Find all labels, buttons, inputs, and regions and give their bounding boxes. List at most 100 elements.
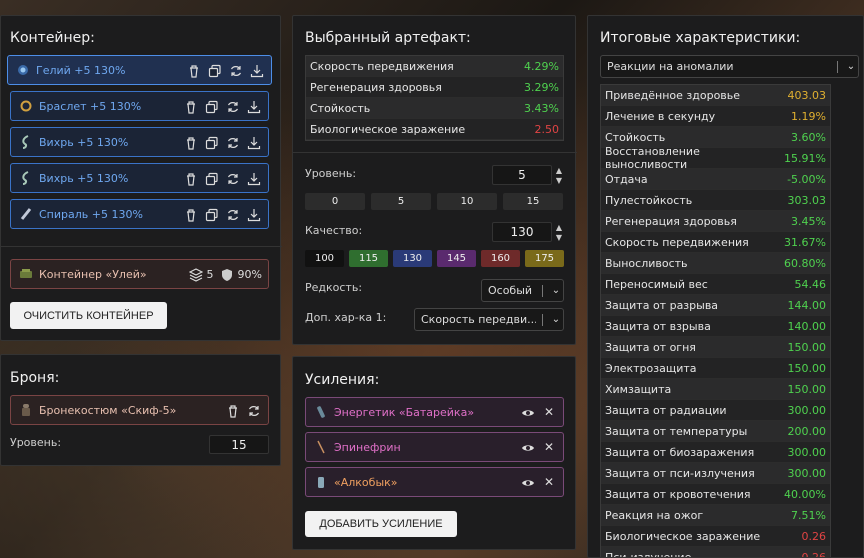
quality-spin-down[interactable]: ▼ [554,234,564,242]
trash-icon[interactable] [183,98,199,114]
artifact-slot[interactable]: Гелий +5 130% [7,55,272,85]
artifact-slot[interactable]: Вихрь +5 130% [10,127,269,157]
clear-container-button[interactable]: ОЧИСТИТЬ КОНТЕЙНЕР [10,302,167,329]
layers-icon [188,266,204,282]
totals-title: Итоговые характеристики: [600,30,801,46]
total-stat-row: Химзащита 150.00 [601,379,830,400]
level-preset-button[interactable]: 5 [371,193,431,210]
extra-stat-select[interactable]: Скорость передви... ⌄ [414,308,564,331]
artifact-stats-table: Скорость передвижения 4.29% Регенерация з… [305,55,564,141]
armor-item[interactable]: Бронекостюм «Скиф-5» [10,395,269,425]
stat-name: Реакция на ожог [605,508,704,522]
total-stat-row: Защита от температуры 200.00 [601,421,830,442]
artifact-stat-row: Скорость передвижения 4.29% [306,56,563,77]
copy-icon[interactable] [204,170,220,186]
armor-level-input[interactable]: 15 [209,435,269,454]
armor-title: Броня: [10,370,60,386]
chevron-down-icon: ⌄ [551,314,561,325]
trash-icon[interactable] [183,170,199,186]
artifact-level-label: Уровень: [305,167,357,180]
trash-icon[interactable] [183,206,199,222]
filter-separator [837,60,838,73]
quality-preset-button[interactable]: 175 [525,250,564,267]
stat-value: 3.43% [524,101,559,115]
artifact-slot[interactable]: Спираль +5 130% [10,199,269,229]
close-icon[interactable]: ✕ [541,404,557,420]
stat-value: 150.00 [787,361,827,375]
download-icon[interactable] [249,62,265,78]
stat-value: 0.26 [801,529,827,543]
quality-preset-button[interactable]: 115 [349,250,388,267]
boost-item[interactable]: Энергетик «Батарейка» ✕ [305,397,564,427]
close-icon[interactable]: ✕ [541,474,557,490]
level-spin-up[interactable]: ▲ [554,167,564,175]
quality-preset-button[interactable]: 130 [393,250,432,267]
stat-value: 54.46 [794,277,827,291]
artifact-slot[interactable]: Браслет +5 130% [10,91,269,121]
download-icon[interactable] [246,170,262,186]
download-icon[interactable] [246,98,262,114]
quality-preset-button[interactable]: 145 [437,250,476,267]
container-protection: 90% [237,267,262,281]
eye-icon[interactable] [520,474,536,490]
stat-value: 2.50 [534,122,560,136]
boost-icon [314,405,328,419]
swap-icon[interactable] [225,206,241,222]
artifact-slot-label: Спираль +5 130% [39,207,143,221]
total-stat-row: Восстановление выносливости 15.91% [601,145,830,171]
total-stat-row: Скорость передвижения 31.67% [601,232,830,253]
total-stat-row: Электрозащита 150.00 [601,358,830,379]
swap-icon[interactable] [228,62,244,78]
boost-item[interactable]: Эпинефрин ✕ [305,432,564,462]
totals-filter-select[interactable]: Реакции на аномалии ⌄ [600,55,859,78]
artifact-level-input[interactable]: 5 [492,165,552,185]
swap-icon[interactable] [246,402,262,418]
level-spin-down[interactable]: ▼ [554,177,564,185]
eye-icon[interactable] [520,439,536,455]
swap-icon[interactable] [225,134,241,150]
copy-icon[interactable] [204,98,220,114]
swap-icon[interactable] [225,170,241,186]
trash-icon[interactable] [225,402,241,418]
container-item[interactable]: Контейнер «Улей» 5 90% [10,259,269,289]
total-stat-row: Защита от взрыва 140.00 [601,316,830,337]
rarity-separator [542,284,543,297]
container-title: Контейнер: [10,30,95,46]
artifact-slot-label: Гелий +5 130% [36,63,126,77]
copy-icon[interactable] [204,134,220,150]
total-stat-row: Защита от биозаражения 300.00 [601,442,830,463]
download-icon[interactable] [246,134,262,150]
artifact-stat-row: Стойкость 3.43% [306,98,563,119]
level-preset-button[interactable]: 0 [305,193,365,210]
quality-spin-up[interactable]: ▲ [554,224,564,232]
boost-icon [314,475,328,489]
trash-icon[interactable] [183,134,199,150]
close-icon[interactable]: ✕ [541,439,557,455]
download-icon[interactable] [246,206,262,222]
container-case-icon [19,267,33,281]
stat-value: 150.00 [787,340,827,354]
boost-item[interactable]: «Алкобык» ✕ [305,467,564,497]
add-boost-button[interactable]: ДОБАВИТЬ УСИЛЕНИЕ [305,511,457,537]
level-preset-button[interactable]: 15 [503,193,563,210]
swap-icon[interactable] [225,98,241,114]
artifact-quality-input[interactable]: 130 [492,222,552,242]
rarity-select[interactable]: Особый ⌄ [481,279,564,302]
stat-value: 60.80% [784,256,826,270]
stat-value: 4.29% [524,59,559,73]
quality-preset-button[interactable]: 100 [305,250,344,267]
extra-stat-value: Скорость передви... [421,313,536,326]
trash-icon[interactable] [186,62,202,78]
artifact-extra-label: Доп. хар-ка 1: [305,311,387,324]
artifact-slot[interactable]: Вихрь +5 130% [10,163,269,193]
copy-icon[interactable] [207,62,223,78]
level-preset-button[interactable]: 10 [437,193,497,210]
chevron-down-icon: ⌄ [551,285,561,296]
quality-preset-button[interactable]: 160 [481,250,520,267]
eye-icon[interactable] [520,404,536,420]
total-stat-row: Пси-излучение 0.26 [601,547,830,557]
stat-name: Биологическое заражение [605,529,761,543]
spiral-artifact-icon [19,207,33,221]
boosts-title: Усиления: [305,372,380,388]
copy-icon[interactable] [204,206,220,222]
